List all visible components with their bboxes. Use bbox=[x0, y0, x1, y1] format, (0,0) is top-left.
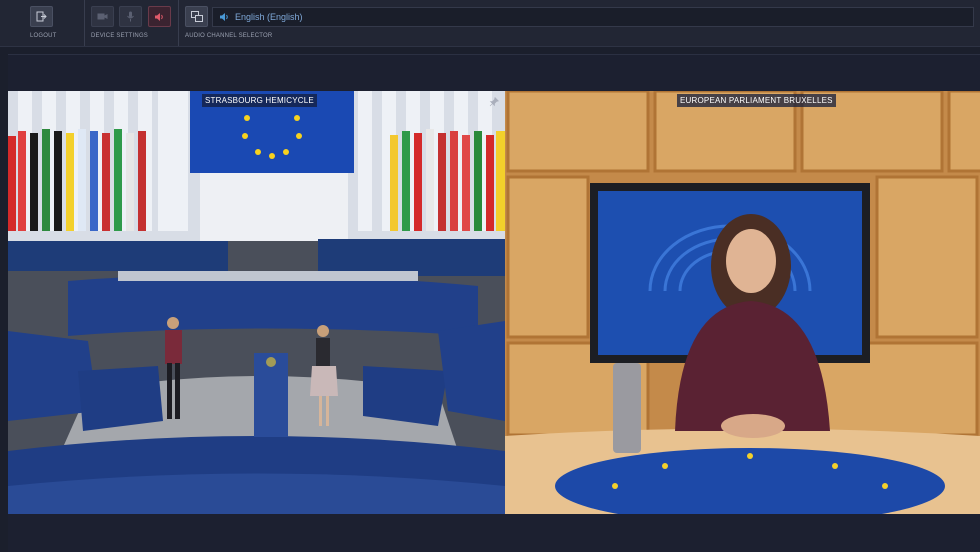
device-settings-label: DEVICE SETTINGS bbox=[91, 33, 149, 39]
video-feed-strasbourg[interactable]: STRASBOURG HEMICYCLE bbox=[8, 91, 505, 514]
speaker-icon bbox=[155, 12, 163, 21]
device-settings-group: DEVICE SETTINGS bbox=[85, 0, 178, 46]
logout-icon bbox=[36, 11, 47, 22]
language-icon bbox=[190, 11, 203, 22]
audio-wave-icon bbox=[220, 13, 228, 21]
microphone-icon bbox=[127, 11, 134, 22]
logout-group: LOGOUT bbox=[0, 0, 84, 46]
top-toolbar: LOGOUT DEVICE SETTINGS AUDIO CHANNEL SEL… bbox=[0, 0, 980, 47]
microphone-toggle-button[interactable] bbox=[119, 6, 142, 27]
thermos-mug bbox=[613, 363, 641, 453]
camera-label-bruxelles: EUROPEAN PARLIAMENT BRUXELLES bbox=[677, 94, 836, 107]
speaker-toggle-button[interactable] bbox=[148, 6, 171, 27]
video-feed-bruxelles[interactable]: EUROPEAN PARLIAMENT BRUXELLES bbox=[505, 91, 980, 514]
studio-scene bbox=[505, 91, 980, 514]
logout-label: LOGOUT bbox=[30, 33, 57, 39]
language-button[interactable] bbox=[185, 6, 208, 27]
camera-label-strasbourg: STRASBOURG HEMICYCLE bbox=[202, 94, 317, 107]
audio-channel-value: English (English) bbox=[235, 12, 303, 22]
camera-icon bbox=[97, 13, 108, 20]
logout-button[interactable] bbox=[30, 6, 53, 27]
camera-toggle-button[interactable] bbox=[91, 6, 114, 27]
pin-icon[interactable] bbox=[489, 97, 499, 107]
audio-channel-select[interactable]: English (English) bbox=[212, 7, 974, 27]
audio-channel-selector-label: AUDIO CHANNEL SELECTOR bbox=[185, 33, 273, 39]
hemicycle-scene bbox=[8, 91, 505, 514]
